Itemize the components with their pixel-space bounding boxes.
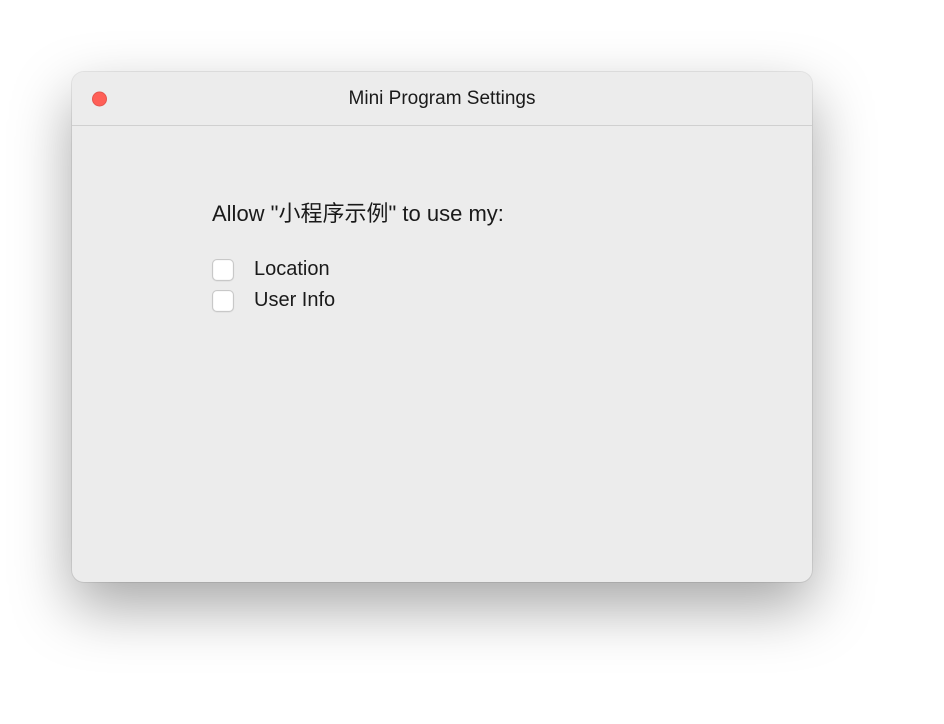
permission-row-location: Location <box>212 258 672 281</box>
userinfo-label: User Info <box>254 289 335 312</box>
userinfo-checkbox[interactable] <box>212 290 234 312</box>
permission-row-userinfo: User Info <box>212 289 672 312</box>
window-title: Mini Program Settings <box>72 88 812 110</box>
permission-list: Location User Info <box>212 258 672 312</box>
traffic-lights <box>92 91 107 106</box>
location-checkbox[interactable] <box>212 259 234 281</box>
close-button[interactable] <box>92 91 107 106</box>
content-area: Allow "小程序示例" to use my: Location User I… <box>72 126 812 312</box>
permission-prompt: Allow "小程序示例" to use my: <box>212 196 672 228</box>
settings-window: Mini Program Settings Allow "小程序示例" to u… <box>72 72 812 582</box>
location-label: Location <box>254 258 330 281</box>
titlebar: Mini Program Settings <box>72 72 812 126</box>
